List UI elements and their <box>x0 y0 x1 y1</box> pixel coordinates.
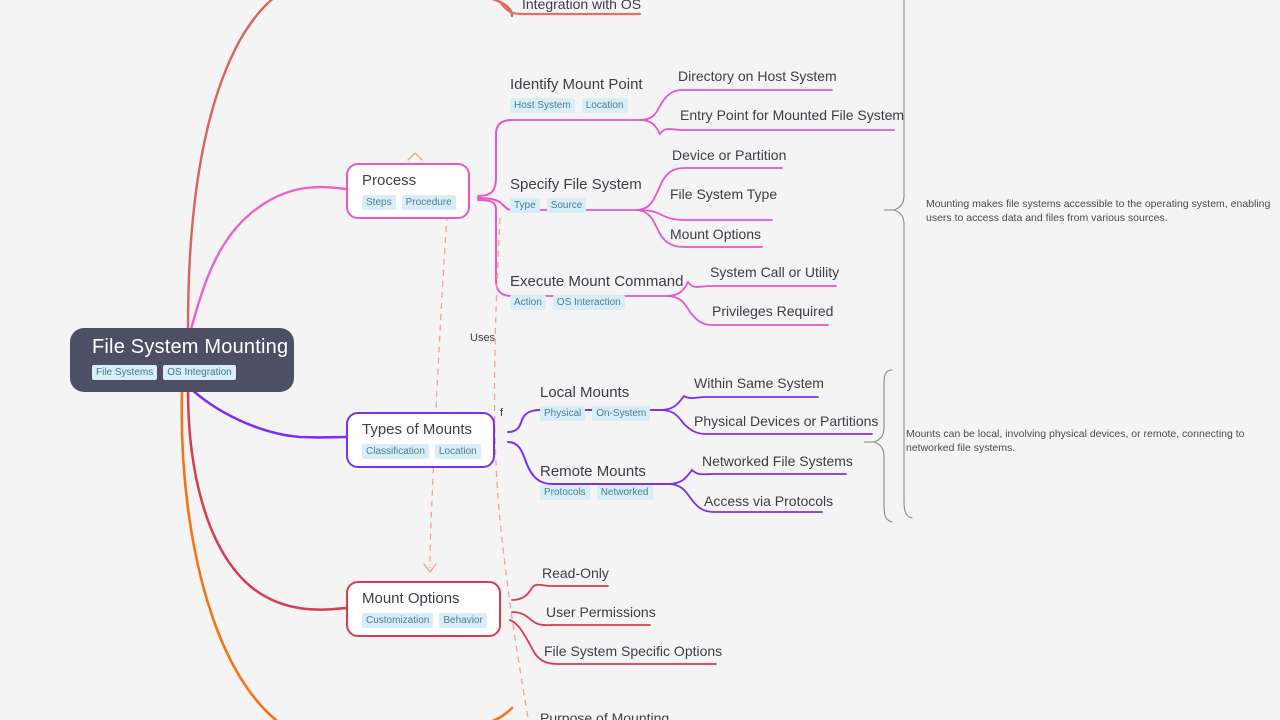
wire-leaf-networked-file-systems <box>667 468 847 485</box>
leaf-user-permissions[interactable]: User Permissions <box>546 604 656 621</box>
root-tag-0: File Systems <box>92 365 158 380</box>
relation-label-part-of: f <box>500 407 504 419</box>
topic-tags-execute-mount-command: Action OS Interaction <box>510 295 683 310</box>
branch-tag-types-1: Location <box>434 444 481 459</box>
leaf-physical-devices-or-partitions[interactable]: Physical Devices or Partitions <box>694 413 878 430</box>
leaf-file-system-specific-options[interactable]: File System Specific Options <box>544 643 722 660</box>
leaf-device-or-partition[interactable]: Device or Partition <box>672 147 786 164</box>
branch-tags-mount-options: Customization Behavior <box>362 613 487 628</box>
topic-title-local-mounts: Local Mounts <box>540 384 630 401</box>
wire-leaf-system-call-or-utility <box>665 280 837 297</box>
leaf-directory-on-host-system[interactable]: Directory on Host System <box>678 68 837 85</box>
topic-tag-specify-1: Source <box>546 198 587 213</box>
branch-integration-with-os[interactable]: Integration with OS <box>522 0 641 13</box>
branch-tag-types-0: Classification <box>362 444 429 459</box>
leaf-within-same-system[interactable]: Within Same System <box>694 375 824 392</box>
trunk-purpose-of-mounting-b <box>491 706 514 720</box>
topic-identify-mount-point[interactable]: Identify Mount Point Host System Locatio… <box>510 76 643 113</box>
topic-tags-remote-mounts: Protocols Networked <box>540 485 653 500</box>
branch-node-types-of-mounts[interactable]: Types of Mounts Classification Location <box>346 412 495 468</box>
topic-tag-execute-1: OS Interaction <box>552 295 625 310</box>
trunk-mount-options <box>186 388 348 611</box>
leaf-privileges-required[interactable]: Privileges Required <box>712 303 833 320</box>
root-node[interactable]: File System Mounting File Systems OS Int… <box>70 328 294 392</box>
topic-title-remote-mounts: Remote Mounts <box>540 463 646 480</box>
trunk-purpose-of-mounting <box>180 390 278 720</box>
branch-tag-process-1: Procedure <box>401 195 456 210</box>
note-types-of-mounts: Mounts can be local, involving physical … <box>906 428 1245 454</box>
topic-tags-specify-file-system: Type Source <box>510 198 642 213</box>
leaf-system-call-or-utility[interactable]: System Call or Utility <box>710 264 839 281</box>
topic-tag-identify-1: Location <box>581 98 628 113</box>
relation-label-uses: Uses <box>470 332 496 344</box>
topic-specify-file-system[interactable]: Specify File System Type Source <box>510 176 642 213</box>
branch-title-types-of-mounts: Types of Mounts <box>362 421 473 438</box>
root-tag-1: OS Integration <box>163 365 236 380</box>
topic-title-specify-file-system: Specify File System <box>510 176 642 193</box>
branch-title-mount-options: Mount Options <box>362 590 460 607</box>
relation-line-uses <box>429 214 448 569</box>
leaf-entry-point-for-mounted-file-system[interactable]: Entry Point for Mounted File System <box>680 107 904 124</box>
branch-purpose-of-mounting[interactable]: Purpose of Mounting <box>540 710 669 720</box>
leaf-read-only[interactable]: Read-Only <box>542 565 609 582</box>
leaf-networked-file-systems[interactable]: Networked File Systems <box>702 453 853 470</box>
topic-tag-remote-0: Protocols <box>540 485 590 500</box>
trunk-process <box>186 185 348 342</box>
note-process: Mounting makes file systems accessible t… <box>926 198 1271 224</box>
branch-node-mount-options[interactable]: Mount Options Customization Behavior <box>346 581 501 637</box>
branch-tag-process-0: Steps <box>362 195 396 210</box>
wire-leaf-within-same-system <box>659 394 819 411</box>
topic-tags-local-mounts: Physical On-System <box>540 406 651 421</box>
branch-tags-types-of-mounts: Classification Location <box>362 444 481 459</box>
topic-tags-identify-mount-point: Host System Location <box>510 98 643 113</box>
wire-leaf-read-only <box>511 583 609 601</box>
topic-execute-mount-command[interactable]: Execute Mount Command Action OS Interact… <box>510 273 683 310</box>
trunk-types-of-mounts <box>186 384 348 439</box>
topic-local-mounts[interactable]: Local Mounts Physical On-System <box>540 384 651 421</box>
trunk-integration-with-os-b <box>491 0 514 18</box>
topic-tag-local-0: Physical <box>540 406 586 421</box>
leaf-mount-options-sub[interactable]: Mount Options <box>670 226 761 243</box>
wire-process-to-identify-mount-point <box>477 119 513 197</box>
arrowhead-into-process <box>407 152 423 161</box>
topic-tag-specify-0: Type <box>510 198 540 213</box>
topic-remote-mounts[interactable]: Remote Mounts Protocols Networked <box>540 463 653 500</box>
topic-tag-remote-1: Networked <box>596 485 653 500</box>
leaf-file-system-type[interactable]: File System Type <box>670 186 777 203</box>
branch-tag-mount-options-0: Customization <box>362 613 434 628</box>
root-title: File System Mounting <box>92 336 289 358</box>
topic-tag-local-1: On-System <box>592 406 651 421</box>
arrowhead-into-mount-options <box>423 563 437 573</box>
wire-process-to-execute-mount-command <box>477 199 513 297</box>
wire-process-to-specify-file-system <box>477 197 513 211</box>
branch-node-process[interactable]: Process Steps Procedure <box>346 163 470 219</box>
branch-title-process: Process <box>362 172 417 189</box>
topic-tag-execute-0: Action <box>510 295 546 310</box>
root-tags: File Systems OS Integration <box>92 365 280 380</box>
mindmap-canvas: File System Mounting File Systems OS Int… <box>0 0 1280 720</box>
topic-tag-identify-0: Host System <box>510 98 575 113</box>
leaf-access-via-protocols[interactable]: Access via Protocols <box>704 493 833 510</box>
topic-title-identify-mount-point: Identify Mount Point <box>510 76 643 93</box>
trunk-integration-with-os <box>186 0 274 330</box>
topic-title-execute-mount-command: Execute Mount Command <box>510 273 684 290</box>
branch-tag-mount-options-1: Behavior <box>439 613 487 628</box>
branch-tags-process: Steps Procedure <box>362 195 456 210</box>
wire-leaf-file-system-type <box>635 209 773 221</box>
bracket-inner <box>872 369 893 523</box>
